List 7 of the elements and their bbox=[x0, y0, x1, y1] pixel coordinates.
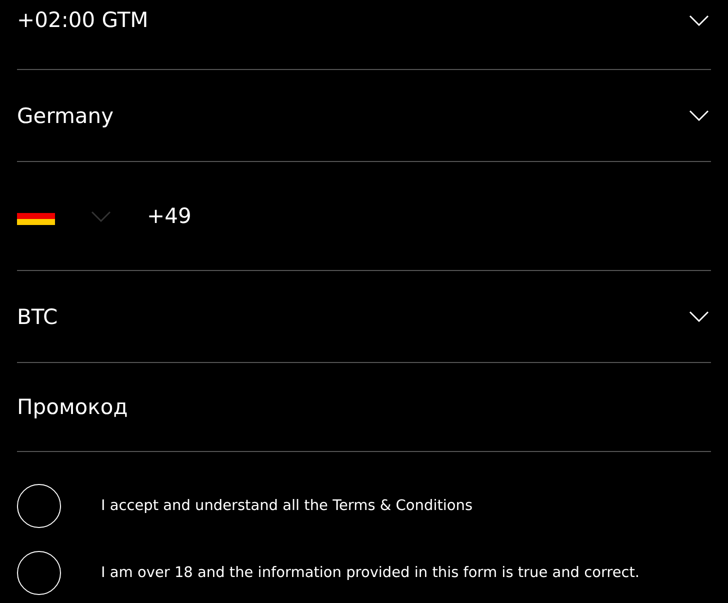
promo-code-field[interactable]: Промокод bbox=[17, 395, 711, 419]
agreement-label: I accept and understand all the Terms & Conditions bbox=[101, 498, 473, 514]
select-field[interactable]: Germany bbox=[17, 104, 711, 128]
select-field[interactable]: +02:00 GTM bbox=[17, 8, 711, 32]
agreement-label: I am over 18 and the information provided in this form is true and correct. bbox=[101, 564, 640, 580]
phone-field[interactable]: +49 bbox=[147, 204, 547, 228]
select-field[interactable]: BTC bbox=[17, 304, 711, 328]
